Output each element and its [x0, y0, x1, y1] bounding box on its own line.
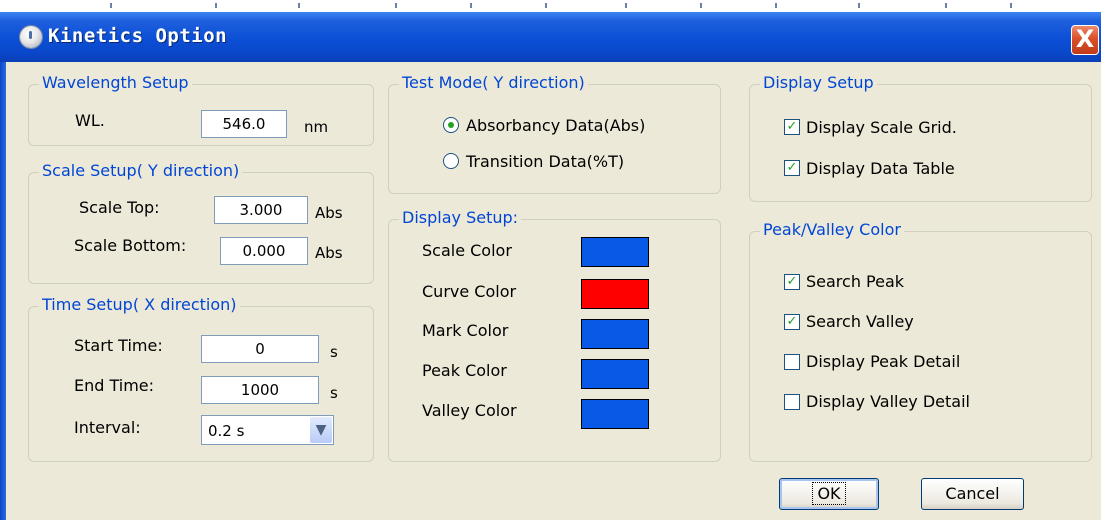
wl-label: WL.	[75, 111, 105, 130]
scale-top-unit: Abs	[315, 204, 343, 222]
end-time-label: End Time:	[74, 376, 155, 395]
radio-transition[interactable]	[443, 153, 459, 169]
start-time-input[interactable]	[201, 335, 319, 363]
start-time-label: Start Time:	[74, 336, 163, 355]
wl-unit: nm	[304, 118, 329, 136]
radio-absorbancy[interactable]	[443, 117, 459, 133]
interval-label: Interval:	[74, 418, 141, 437]
scale-top-label: Scale Top:	[79, 198, 160, 217]
valley-color-label: Valley Color	[422, 401, 517, 420]
peak-valley-group: Peak/Valley Color	[749, 220, 1092, 462]
search-peak-checkbox[interactable]: ✓	[784, 274, 800, 290]
display-valley-detail-label[interactable]: Display Valley Detail	[806, 392, 970, 412]
ok-button-label: OK	[812, 482, 846, 505]
time-setup-legend: Time Setup( X direction)	[39, 295, 240, 315]
end-time-input[interactable]	[201, 376, 319, 404]
test-mode-group: Test Mode( Y direction)	[388, 73, 721, 194]
display-peak-detail-label[interactable]: Display Peak Detail	[806, 352, 960, 372]
scale-bottom-input[interactable]	[220, 237, 308, 265]
display-peak-detail-checkbox[interactable]	[784, 354, 800, 370]
scale-setup-legend: Scale Setup( Y direction)	[39, 161, 243, 181]
wavelength-setup-legend: Wavelength Setup	[39, 73, 192, 93]
scale-color-swatch[interactable]	[581, 237, 649, 267]
scale-bottom-unit: Abs	[315, 244, 343, 262]
peak-color-label: Peak Color	[422, 361, 507, 380]
chevron-down-icon[interactable]: ▼	[310, 417, 332, 443]
display-scale-grid-label[interactable]: Display Scale Grid.	[806, 118, 957, 138]
search-peak-label[interactable]: Search Peak	[806, 272, 904, 292]
cancel-button[interactable]: Cancel	[921, 478, 1024, 510]
window-frame-left	[0, 62, 6, 520]
window-title: Kinetics Option	[48, 25, 228, 47]
search-valley-label[interactable]: Search Valley	[806, 312, 914, 332]
display-colors-legend: Display Setup:	[399, 208, 522, 228]
display-data-table-label[interactable]: Display Data Table	[806, 159, 955, 179]
display-valley-detail-checkbox[interactable]	[784, 394, 800, 410]
test-mode-legend: Test Mode( Y direction)	[399, 73, 588, 93]
start-time-unit: s	[330, 343, 338, 361]
radio-transition-label[interactable]: Transition Data(%T)	[466, 152, 624, 172]
search-valley-checkbox[interactable]: ✓	[784, 314, 800, 330]
display-scale-grid-checkbox[interactable]: ✓	[784, 119, 800, 135]
peak-valley-legend: Peak/Valley Color	[760, 220, 904, 240]
interval-select[interactable]: 0.2 s ▼	[201, 415, 334, 445]
app-icon	[20, 26, 42, 48]
end-time-unit: s	[330, 384, 338, 402]
curve-color-label: Curve Color	[422, 282, 517, 301]
scale-setup-group: Scale Setup( Y direction)	[28, 161, 374, 284]
background-strip	[0, 0, 1101, 12]
ok-button[interactable]: OK	[779, 478, 879, 510]
valley-color-swatch[interactable]	[581, 399, 649, 429]
close-button[interactable]: X	[1071, 25, 1099, 55]
wavelength-input[interactable]	[201, 110, 287, 138]
peak-color-swatch[interactable]	[581, 359, 649, 389]
title-bar: Kinetics Option X	[0, 12, 1101, 62]
mark-color-label: Mark Color	[422, 321, 509, 340]
scale-top-input[interactable]	[214, 196, 308, 224]
radio-selected-dot	[448, 122, 454, 128]
mark-color-swatch[interactable]	[581, 319, 649, 349]
scale-color-label: Scale Color	[422, 241, 512, 260]
display-setup-legend: Display Setup	[760, 73, 877, 93]
scale-bottom-label: Scale Bottom:	[74, 236, 187, 255]
interval-value: 0.2 s	[208, 422, 245, 440]
radio-absorbancy-label[interactable]: Absorbancy Data(Abs)	[466, 116, 645, 136]
display-setup-group: Display Setup	[749, 73, 1092, 202]
curve-color-swatch[interactable]	[581, 279, 649, 309]
display-data-table-checkbox[interactable]: ✓	[784, 160, 800, 176]
